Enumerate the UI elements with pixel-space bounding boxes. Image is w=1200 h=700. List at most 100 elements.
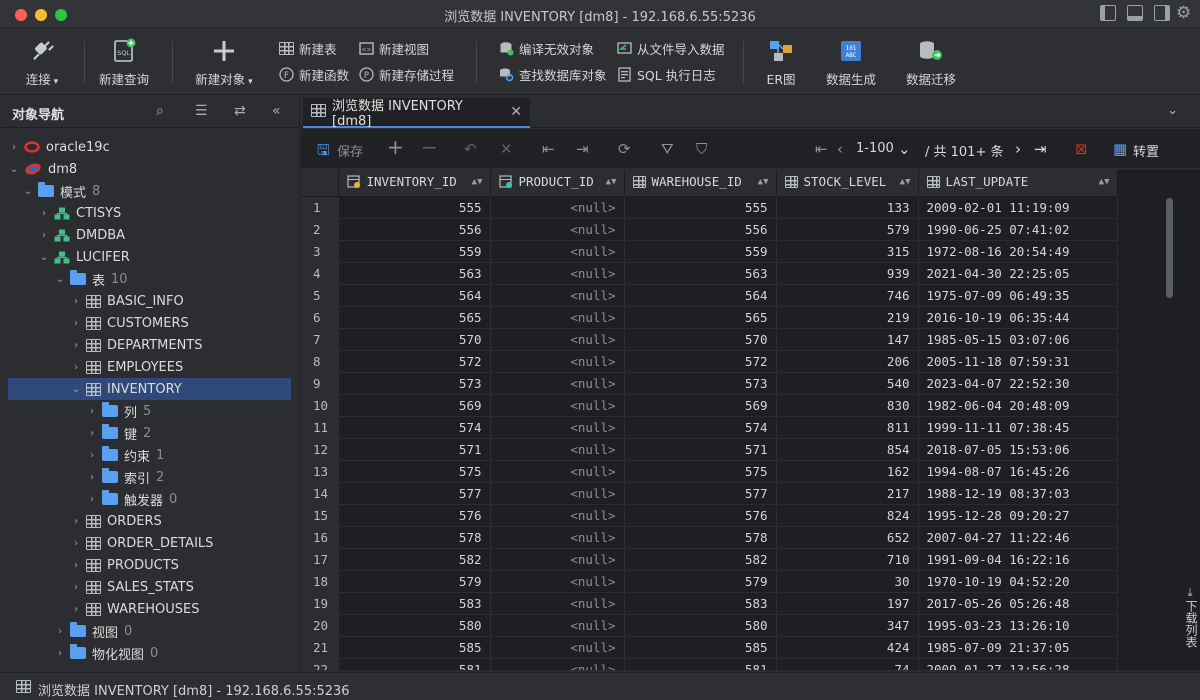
cell-stock-level[interactable]: 710 [776, 548, 919, 571]
cell-last-update[interactable]: 1994-08-07 16:45:26 [918, 460, 1118, 483]
chevron-down-icon[interactable]: ⌄ [38, 252, 50, 263]
scrollbar-thumb[interactable] [1166, 198, 1173, 298]
tree-item-table[interactable]: › BASIC_INFO [8, 290, 291, 312]
undo-icon[interactable]: ↶ [464, 140, 477, 158]
filter-icon[interactable]: ⛛ [661, 140, 674, 158]
table-row[interactable]: 19 583 <null> 583 197 2017-05-26 05:26:48 [301, 592, 1118, 615]
tab-browse-inventory[interactable]: 浏览数据 INVENTORY [dm8] ✕ [303, 98, 530, 129]
download-list-panel-toggle[interactable]: ⤓ 下载列表 [1181, 585, 1199, 648]
sort-icon[interactable]: ▲▼ [606, 177, 617, 187]
cell-stock-level[interactable]: 854 [776, 438, 919, 461]
tree-item-table-inventory[interactable]: ⌄ INVENTORY [8, 378, 291, 400]
page-range-select[interactable]: 1-100 [856, 141, 894, 156]
cell-product-id[interactable]: <null> [490, 416, 625, 439]
table-row[interactable]: 1 555 <null> 555 133 2009-02-01 11:19:09 [301, 196, 1118, 219]
cell-inventory-id[interactable]: 572 [338, 350, 491, 373]
tree-item-tables-folder[interactable]: ⌄ 表 10 [8, 268, 291, 290]
add-row-icon[interactable]: + [387, 135, 404, 159]
cell-warehouse-id[interactable]: 564 [624, 284, 777, 307]
chevron-down-icon[interactable]: ⌄ [8, 164, 20, 175]
tree-item-table[interactable]: › EMPLOYEES [8, 356, 291, 378]
transpose-icon[interactable]: ▦ [1113, 140, 1127, 158]
chevron-right-icon[interactable]: › [70, 318, 82, 329]
column-header-stock-level[interactable]: STOCK_LEVEL ▲▼ [776, 170, 919, 197]
chevron-right-icon[interactable]: › [70, 296, 82, 307]
collapse-panel-icon[interactable]: « [272, 103, 281, 119]
find-object-button[interactable]: 查找数据库对象 [499, 65, 607, 83]
table-row[interactable]: 17 582 <null> 582 710 1991-09-04 16:22:16 [301, 548, 1118, 571]
save-button[interactable]: 保存 [337, 141, 363, 160]
sort-icon[interactable]: ▲▼ [758, 177, 769, 187]
cell-inventory-id[interactable]: 570 [338, 328, 491, 351]
cell-warehouse-id[interactable]: 577 [624, 482, 777, 505]
cell-warehouse-id[interactable]: 579 [624, 570, 777, 593]
cell-stock-level[interactable]: 74 [776, 658, 919, 670]
cell-last-update[interactable]: 2018-07-05 15:53:06 [918, 438, 1118, 461]
table-row[interactable]: 15 576 <null> 576 824 1995-12-28 09:20:27 [301, 504, 1118, 527]
cell-stock-level[interactable]: 746 [776, 284, 919, 307]
cell-inventory-id[interactable]: 582 [338, 548, 491, 571]
cell-product-id[interactable]: <null> [490, 570, 625, 593]
cell-product-id[interactable]: <null> [490, 196, 625, 219]
cell-stock-level[interactable]: 540 [776, 372, 919, 395]
cell-stock-level[interactable]: 939 [776, 262, 919, 285]
table-row[interactable]: 4 563 <null> 563 939 2021-04-30 22:25:05 [301, 262, 1118, 285]
chevron-right-icon[interactable]: › [86, 494, 98, 505]
cell-last-update[interactable]: 1985-07-09 21:37:05 [918, 636, 1118, 659]
tree-item-table[interactable]: › SALES_STATS [8, 576, 291, 598]
cell-inventory-id[interactable]: 585 [338, 636, 491, 659]
cell-stock-level[interactable]: 217 [776, 482, 919, 505]
cell-last-update[interactable]: 1970-10-19 04:52:20 [918, 570, 1118, 593]
cell-inventory-id[interactable]: 565 [338, 306, 491, 329]
cell-last-update[interactable]: 2017-05-26 05:26:48 [918, 592, 1118, 615]
cell-product-id[interactable]: <null> [490, 218, 625, 241]
chevron-right-icon[interactable]: › [70, 340, 82, 351]
cell-stock-level[interactable]: 206 [776, 350, 919, 373]
cell-inventory-id[interactable]: 556 [338, 218, 491, 241]
cell-stock-level[interactable]: 162 [776, 460, 919, 483]
table-row[interactable]: 13 575 <null> 575 162 1994-08-07 16:45:26 [301, 460, 1118, 483]
cell-last-update[interactable]: 1995-12-28 09:20:27 [918, 504, 1118, 527]
sync-icon[interactable]: ⇄ [234, 103, 246, 119]
cell-last-update[interactable]: 1982-06-04 20:48:09 [918, 394, 1118, 417]
new-view-button[interactable]: <> 新建视图 [359, 39, 429, 57]
cell-last-update[interactable]: 2016-10-19 06:35:44 [918, 306, 1118, 329]
new-function-button[interactable]: F 新建函数 [279, 65, 349, 83]
cell-stock-level[interactable]: 811 [776, 416, 919, 439]
prev-page-icon[interactable]: ‹ [837, 140, 843, 158]
cell-product-id[interactable]: <null> [490, 240, 625, 263]
sql-log-button[interactable]: SQL 执行日志 [617, 65, 716, 83]
chevron-right-icon[interactable]: › [54, 648, 66, 659]
search-icon[interactable]: ⌕ [156, 103, 164, 119]
table-row[interactable]: 3 559 <null> 559 315 1972-08-16 20:54:49 [301, 240, 1118, 263]
cell-inventory-id[interactable]: 580 [338, 614, 491, 637]
cell-last-update[interactable]: 2009-01-27 13:56:28 [918, 658, 1118, 670]
cell-inventory-id[interactable]: 571 [338, 438, 491, 461]
cell-last-update[interactable]: 1988-12-19 08:37:03 [918, 482, 1118, 505]
cell-warehouse-id[interactable]: 575 [624, 460, 777, 483]
chevron-right-icon[interactable]: › [86, 428, 98, 439]
cell-last-update[interactable]: 2023-04-07 22:52:30 [918, 372, 1118, 395]
cell-inventory-id[interactable]: 579 [338, 570, 491, 593]
cell-product-id[interactable]: <null> [490, 526, 625, 549]
cell-inventory-id[interactable]: 559 [338, 240, 491, 263]
cell-last-update[interactable]: 1995-03-23 13:26:10 [918, 614, 1118, 637]
new-query-button[interactable]: SQL 新建查询 [96, 37, 152, 88]
table-row[interactable]: 18 579 <null> 579 30 1970-10-19 04:52:20 [301, 570, 1118, 593]
tree-item-views-folder[interactable]: › 视图 0 [8, 620, 291, 642]
cell-product-id[interactable]: <null> [490, 438, 625, 461]
column-header-inventory-id[interactable]: INVENTORY_ID ▲▼ [338, 170, 491, 197]
settings-gear-icon[interactable]: ⚙ [1176, 3, 1191, 23]
chevron-right-icon[interactable]: › [70, 604, 82, 615]
save-icon[interactable]: 🖫 [317, 140, 330, 165]
cell-product-id[interactable]: <null> [490, 658, 625, 670]
cell-last-update[interactable]: 1972-08-16 20:54:49 [918, 240, 1118, 263]
chevron-down-icon[interactable]: ⌄ [70, 384, 82, 395]
chevron-down-icon[interactable]: ⌄ [22, 186, 34, 197]
delete-row-icon[interactable]: − [421, 135, 438, 159]
chevron-down-icon[interactable]: ⌄ [54, 274, 66, 285]
cell-warehouse-id[interactable]: 570 [624, 328, 777, 351]
connect-button[interactable]: 连接 ▾ [14, 37, 70, 88]
table-row[interactable]: 2 556 <null> 556 579 1990-06-25 07:41:02 [301, 218, 1118, 241]
cell-warehouse-id[interactable]: 556 [624, 218, 777, 241]
